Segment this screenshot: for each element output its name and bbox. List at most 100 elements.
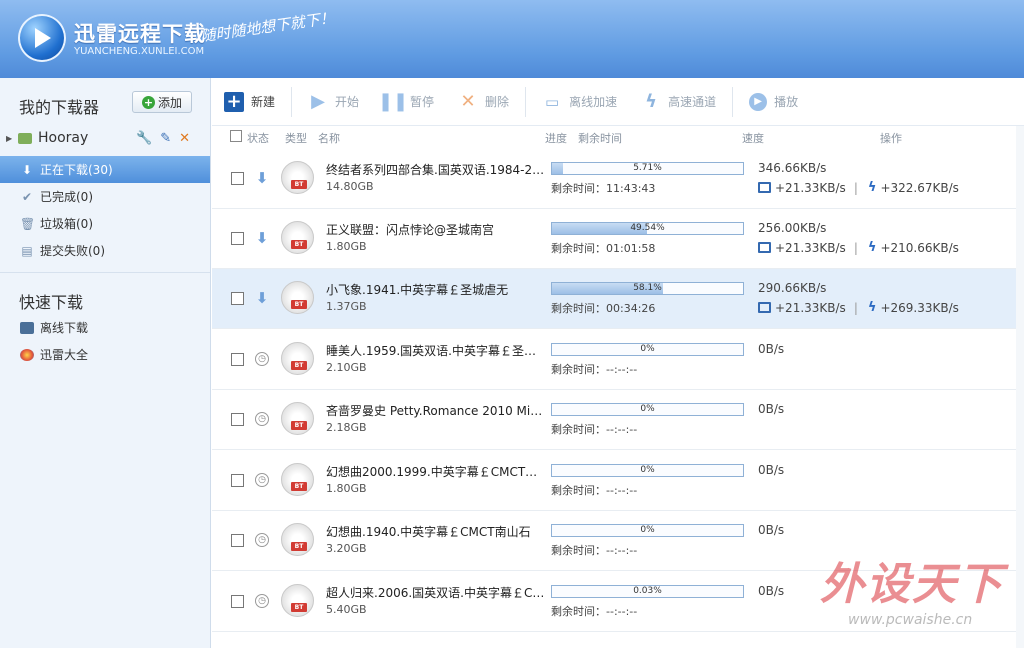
- table-row[interactable]: ◷ BT 吝啬罗曼史 Petty.Romance 2010 Mini... 2.18G…: [212, 390, 1024, 450]
- nav-downloading[interactable]: ⬇ 正在下载(30): [0, 156, 210, 183]
- toolbar-label: 暂停: [410, 95, 435, 109]
- settings-wrench-icon[interactable]: 🔧: [136, 131, 152, 146]
- highspeed-speed: +322.67KB/s: [880, 180, 959, 195]
- table-row[interactable]: ⬇ BT 小飞象.1941.中英字幕￡圣城虐无 1.37GB 58.1% 剩余时间：00:…: [212, 269, 1024, 329]
- offline-accel-icon: [758, 242, 771, 253]
- acceleration-info: +21.33KB/s | ϟ +269.33KB/s: [758, 300, 959, 315]
- quick-xunlei-catalog[interactable]: 迅雷大全: [20, 346, 88, 363]
- progress-bar: 49.54%: [551, 222, 744, 235]
- downloader-user-row[interactable]: ▶ Hooray 🔧 ✎ ✕: [6, 128, 206, 148]
- app-title: 迅雷远程下载: [74, 22, 206, 46]
- remaining-time: 剩余时间：--:--:--: [551, 423, 638, 436]
- xunlei-logo-icon: [18, 14, 66, 62]
- document-icon: ▤: [21, 243, 33, 258]
- row-checkbox[interactable]: [231, 413, 244, 426]
- offline-accel-button[interactable]: ▭ 离线加速: [530, 78, 629, 126]
- offline-accel-speed: +21.33KB/s: [775, 180, 846, 195]
- quick-offline-download[interactable]: 离线下载: [20, 319, 88, 336]
- table-row[interactable]: ◷ BT 睡美人.1959.国英双语.中英字幕￡圣城... 2.10GB 0% 剩余时间：…: [212, 330, 1024, 390]
- download-speed: 0B/s: [758, 584, 785, 598]
- globe-icon: [20, 348, 34, 361]
- highspeed-channel-button[interactable]: ϟ 高速通道: [629, 78, 728, 126]
- nav-completed[interactable]: ✔ 已完成(0): [0, 183, 210, 210]
- new-task-button[interactable]: + 新建: [212, 78, 287, 126]
- play-button[interactable]: ▶ 播放: [737, 78, 810, 126]
- row-checkbox[interactable]: [231, 353, 244, 366]
- offline-accel-icon: [758, 182, 771, 193]
- nav-trash[interactable]: 🗑 垃圾箱(0): [0, 210, 210, 237]
- nav-label: 垃圾箱(0): [40, 217, 93, 231]
- remaining-time: 剩余时间：--:--:--: [551, 605, 638, 618]
- col-remaining[interactable]: 剩余时间: [578, 130, 622, 146]
- toolbar-divider: [291, 86, 293, 117]
- remaining-time: 剩余时间：--:--:--: [551, 544, 638, 557]
- highspeed-bolt-icon: ϟ: [867, 180, 877, 195]
- expand-caret-icon[interactable]: ▶: [6, 134, 18, 143]
- toolbar-label: 开始: [335, 95, 360, 109]
- col-status[interactable]: 状态: [247, 130, 269, 146]
- delete-button[interactable]: ✕ 删除: [446, 78, 521, 126]
- edit-pencil-icon[interactable]: ✎: [160, 131, 171, 146]
- col-progress[interactable]: 进度: [545, 130, 567, 146]
- row-checkbox[interactable]: [231, 595, 244, 608]
- app-header: 迅雷远程下载 YUANCHENG.XUNLEI.COM 随时随地想下就下！: [0, 0, 1024, 78]
- bt-file-icon: BT: [281, 342, 314, 375]
- bt-file-icon: BT: [281, 161, 314, 194]
- download-speed: 0B/s: [758, 463, 785, 477]
- table-row[interactable]: ⬇ BT 终结者系列四部合集.国英双语.1984-200... 14.80GB 5.71…: [212, 149, 1024, 209]
- start-button[interactable]: ▶ 开始: [296, 78, 371, 126]
- progress-bar: 0%: [551, 403, 744, 416]
- sidebar: 我的下载器 + 添加 ▶ Hooray 🔧 ✎ ✕ ⬇ 正在下载(30) ✔ 已…: [0, 78, 211, 648]
- table-row[interactable]: ⬇ BT 正义联盟：闪点悖论@圣城南宫 1.80GB 49.54% 剩余时间：01:01:…: [212, 209, 1024, 269]
- download-speed: 0B/s: [758, 342, 785, 356]
- toolbar-label: 离线加速: [569, 95, 618, 109]
- highspeed-speed: +269.33KB/s: [880, 300, 959, 315]
- remaining-time: 剩余时间：01:01:58: [551, 242, 656, 255]
- select-all-checkbox[interactable]: [230, 130, 242, 142]
- add-downloader-button[interactable]: + 添加: [132, 91, 192, 113]
- nav-failed[interactable]: ▤ 提交失败(0): [0, 237, 210, 264]
- progress-percent: 0%: [640, 344, 655, 354]
- remove-x-icon[interactable]: ✕: [179, 131, 190, 146]
- table-row[interactable]: ◷ BT 幻想曲2000.1999.中英字幕￡CMCT南... 1.80GB 0% 剩余时…: [212, 451, 1024, 511]
- toolbar: + 新建 ▶ 开始 ❚❚ 暂停 ✕ 删除 ▭ 离线加速 ϟ 高速通道 ▶ 播放: [212, 78, 1024, 126]
- row-checkbox[interactable]: [231, 474, 244, 487]
- progress-bar: 0.03%: [551, 585, 744, 598]
- download-speed: 346.66KB/s: [758, 161, 827, 175]
- nav-label: 已完成(0): [40, 190, 93, 204]
- task-size: 1.37GB: [326, 300, 367, 313]
- row-checkbox[interactable]: [231, 172, 244, 185]
- waiting-clock-icon: ◷: [255, 352, 269, 366]
- lightning-icon: ϟ: [645, 91, 658, 112]
- remaining-time: 剩余时间：--:--:--: [551, 484, 638, 497]
- pause-button[interactable]: ❚❚ 暂停: [371, 78, 446, 126]
- col-speed[interactable]: 速度: [742, 130, 764, 146]
- col-name[interactable]: 名称: [318, 130, 340, 146]
- slogan: 随时随地想下就下！: [199, 8, 336, 46]
- task-name: 睡美人.1959.国英双语.中英字幕￡圣城...: [326, 344, 546, 358]
- toolbar-label: 播放: [774, 95, 799, 109]
- quick-download-heading: 快速下载: [19, 293, 84, 312]
- watermark-logo: 外设天下 www.pcwaishe.cn: [820, 559, 1004, 628]
- quick-item-label: 迅雷大全: [40, 348, 89, 362]
- app-url: YUANCHENG.XUNLEI.COM: [74, 46, 205, 57]
- trash-icon: 🗑: [20, 216, 36, 231]
- progress-percent: 49.54%: [630, 223, 665, 233]
- my-downloaders-heading: 我的下载器: [19, 98, 100, 117]
- toolbar-label: 高速通道: [668, 95, 717, 109]
- col-type[interactable]: 类型: [285, 130, 307, 146]
- separator: |: [853, 300, 858, 315]
- toolbar-label: 新建: [251, 95, 276, 109]
- toolbar-divider: [732, 86, 734, 117]
- row-checkbox[interactable]: [231, 534, 244, 547]
- add-button-label: 添加: [158, 95, 183, 110]
- quick-item-label: 离线下载: [40, 321, 89, 335]
- plus-icon: +: [142, 95, 155, 109]
- offline-accel-speed: +21.33KB/s: [775, 240, 846, 255]
- task-size: 3.20GB: [326, 542, 367, 555]
- task-size: 2.10GB: [326, 361, 367, 374]
- bt-file-icon: BT: [281, 221, 314, 254]
- remaining-time: 剩余时间：--:--:--: [551, 363, 638, 376]
- row-checkbox[interactable]: [231, 232, 244, 245]
- row-checkbox[interactable]: [231, 292, 244, 305]
